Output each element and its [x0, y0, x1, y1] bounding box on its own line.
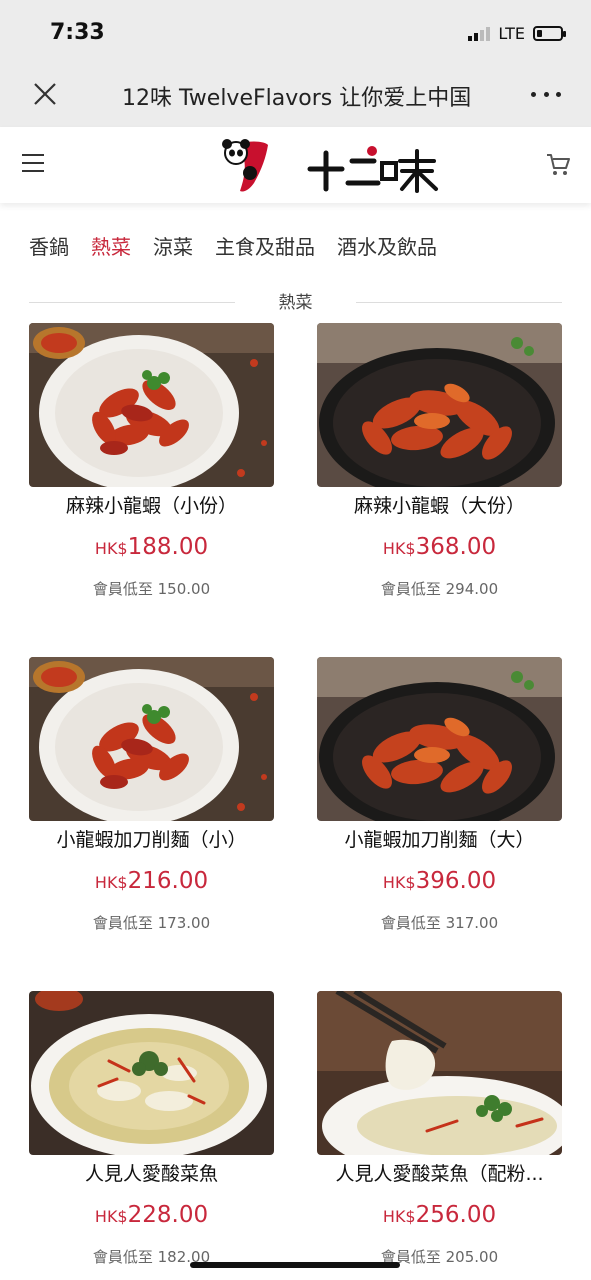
status-time: 7:33 — [50, 20, 105, 45]
product-name: 麻辣小龍蝦（大份） — [353, 495, 525, 517]
fish-soup-icon — [29, 991, 274, 1155]
dot-icon — [531, 91, 536, 97]
product-price: HK$256.00 — [317, 1202, 562, 1228]
fish-chopsticks-icon — [317, 991, 562, 1155]
signal-icon — [468, 26, 491, 41]
panda-logo-icon — [222, 139, 438, 193]
product-card[interactable]: 人見人愛酸菜魚 HK$228.00 會員低至 182.00 — [29, 991, 274, 1267]
product-price: HK$228.00 — [29, 1202, 274, 1228]
product-image[interactable] — [317, 657, 562, 821]
price-amount: 188.00 — [127, 534, 209, 560]
product-price: HK$396.00 — [317, 868, 562, 894]
crayfish-plate-icon — [29, 657, 274, 821]
tab-drinks[interactable]: 酒水及飲品 — [337, 231, 437, 260]
product-price: HK$368.00 — [317, 534, 562, 560]
menu-button[interactable] — [22, 154, 44, 172]
member-price: 會員低至 150.00 — [92, 580, 211, 598]
price-amount: 228.00 — [127, 1202, 209, 1228]
price-currency: HK$ — [382, 539, 416, 558]
product-image[interactable] — [317, 323, 562, 487]
product-card[interactable]: 小龍蝦加刀削麵（大） HK$396.00 會員低至 317.00 — [317, 657, 562, 933]
price-amount: 368.00 — [415, 534, 497, 560]
product-card[interactable]: 人見人愛酸菜魚（配粉... HK$256.00 會員低至 205.00 — [317, 991, 562, 1267]
product-name: 小龍蝦加刀削麵（大） — [344, 829, 535, 851]
crayfish-bowl-icon — [317, 323, 562, 487]
tab-hot-dishes[interactable]: 熱菜 — [91, 231, 131, 260]
price-currency: HK$ — [382, 873, 416, 892]
home-indicator[interactable] — [190, 1262, 400, 1268]
product-name: 人見人愛酸菜魚（配粉... — [335, 1163, 544, 1185]
site-header — [0, 127, 591, 203]
page-title: 12味 TwelveFlavors 让你爱上中国 — [122, 86, 472, 110]
crayfish-bowl-icon — [317, 657, 562, 821]
battery-icon — [533, 26, 566, 41]
product-name: 麻辣小龍蝦（小份） — [65, 495, 237, 517]
price-currency: HK$ — [94, 539, 128, 558]
section-title: 熱菜 — [278, 293, 313, 313]
cart-icon — [547, 154, 570, 175]
price-amount: 256.00 — [415, 1202, 497, 1228]
product-card[interactable]: 麻辣小龍蝦（大份） HK$368.00 會員低至 294.00 — [317, 323, 562, 599]
product-name: 人見人愛酸菜魚 — [84, 1163, 218, 1185]
product-card[interactable]: 麻辣小龍蝦（小份） HK$188.00 會員低至 150.00 — [29, 323, 274, 599]
browser-header: 7:33 LTE 12味 TwelveFlavors 让你爱上中国 — [0, 0, 591, 127]
member-price: 會員低至 294.00 — [380, 580, 499, 598]
status-indicators: LTE — [468, 24, 566, 43]
section-header: 熱菜 — [29, 288, 562, 314]
close-icon — [34, 83, 56, 105]
price-currency: HK$ — [382, 1207, 416, 1226]
close-button[interactable] — [28, 80, 62, 110]
crayfish-plate-icon — [29, 323, 274, 487]
dot-icon — [543, 91, 549, 97]
divider-line — [356, 302, 562, 303]
product-price: HK$188.00 — [29, 534, 274, 560]
tab-hotpot[interactable]: 香鍋 — [29, 231, 69, 260]
product-image[interactable] — [29, 323, 274, 487]
network-label: LTE — [498, 24, 525, 43]
price-amount: 216.00 — [127, 868, 209, 894]
more-options-button[interactable] — [531, 82, 561, 106]
product-name: 小龍蝦加刀削麵（小） — [56, 829, 247, 851]
tab-cold-dishes[interactable]: 涼菜 — [153, 231, 193, 260]
price-amount: 396.00 — [415, 868, 497, 894]
product-image[interactable] — [29, 657, 274, 821]
price-currency: HK$ — [94, 1207, 128, 1226]
dot-icon — [556, 91, 561, 97]
price-currency: HK$ — [94, 873, 128, 892]
tab-staples-desserts[interactable]: 主食及甜品 — [215, 231, 315, 260]
product-card[interactable]: 小龍蝦加刀削麵（小） HK$216.00 會員低至 173.00 — [29, 657, 274, 933]
product-image[interactable] — [29, 991, 274, 1155]
brand-logo[interactable] — [210, 133, 450, 199]
member-price: 會員低至 173.00 — [92, 914, 211, 932]
category-tabs: 香鍋 熱菜 涼菜 主食及甜品 酒水及飲品 — [29, 231, 437, 260]
product-price: HK$216.00 — [29, 868, 274, 894]
member-price: 會員低至 317.00 — [380, 914, 499, 932]
product-image[interactable] — [317, 991, 562, 1155]
cart-button[interactable] — [545, 151, 571, 177]
